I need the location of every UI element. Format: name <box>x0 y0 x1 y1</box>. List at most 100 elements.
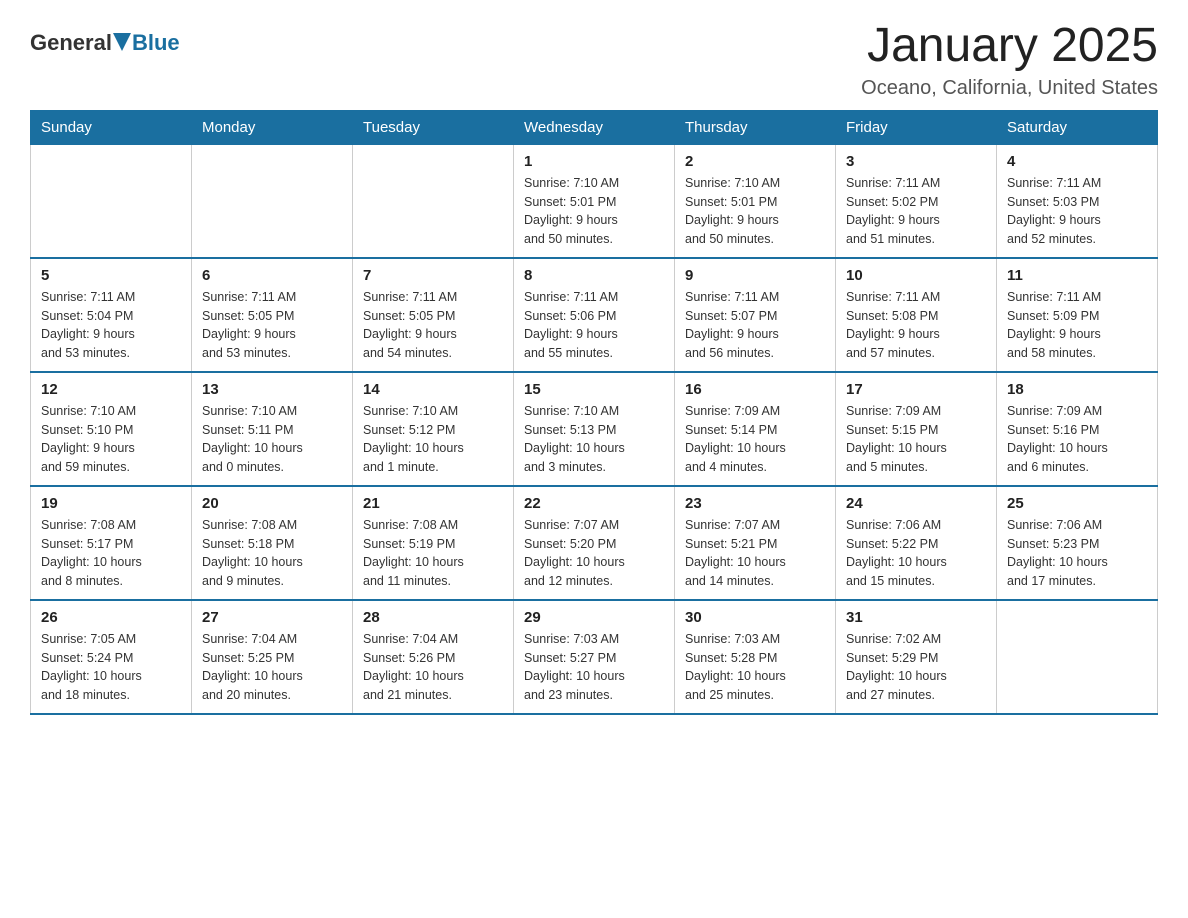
calendar-cell: 26 Sunrise: 7:05 AMSunset: 5:24 PMDayligh… <box>31 600 192 714</box>
day-info: Sunrise: 7:08 AMSunset: 5:19 PMDaylight:… <box>363 516 503 591</box>
day-info: Sunrise: 7:09 AMSunset: 5:14 PMDaylight:… <box>685 402 825 477</box>
calendar-cell <box>192 144 353 258</box>
calendar-cell: 13 Sunrise: 7:10 AMSunset: 5:11 PMDayligh… <box>192 372 353 486</box>
calendar-cell: 14 Sunrise: 7:10 AMSunset: 5:12 PMDayligh… <box>353 372 514 486</box>
day-info: Sunrise: 7:04 AMSunset: 5:25 PMDaylight:… <box>202 630 342 705</box>
calendar-cell: 4 Sunrise: 7:11 AMSunset: 5:03 PMDaylight… <box>997 144 1158 258</box>
day-number: 26 <box>41 609 181 626</box>
day-info: Sunrise: 7:08 AMSunset: 5:18 PMDaylight:… <box>202 516 342 591</box>
calendar-cell: 2Sunrise: 7:10 AMSunset: 5:01 PMDaylight… <box>675 144 836 258</box>
calendar-cell: 16 Sunrise: 7:09 AMSunset: 5:14 PMDayligh… <box>675 372 836 486</box>
calendar-cell: 28Sunrise: 7:04 AMSunset: 5:26 PMDayligh… <box>353 600 514 714</box>
day-number: 27 <box>202 609 342 626</box>
day-number: 13 <box>202 381 342 398</box>
logo-triangle-icon <box>113 33 131 53</box>
day-number: 8 <box>524 267 664 284</box>
logo-blue: Blue <box>132 30 180 56</box>
calendar-cell: 9Sunrise: 7:11 AMSunset: 5:07 PMDaylight… <box>675 258 836 372</box>
day-info: Sunrise: 7:10 AMSunset: 5:01 PMDaylight:… <box>524 174 664 249</box>
calendar-week-5: 26 Sunrise: 7:05 AMSunset: 5:24 PMDayligh… <box>31 600 1158 714</box>
calendar-cell: 22 Sunrise: 7:07 AMSunset: 5:20 PMDayligh… <box>514 486 675 600</box>
title-block: January 2025 Oceano, California, United … <box>861 20 1158 100</box>
day-info: Sunrise: 7:06 AMSunset: 5:22 PMDaylight:… <box>846 516 986 591</box>
calendar-cell: 25 Sunrise: 7:06 AMSunset: 5:23 PMDayligh… <box>997 486 1158 600</box>
day-info: Sunrise: 7:11 AMSunset: 5:08 PMDaylight:… <box>846 288 986 363</box>
calendar-cell: 7 Sunrise: 7:11 AMSunset: 5:05 PMDaylight… <box>353 258 514 372</box>
calendar-cell: 11 Sunrise: 7:11 AMSunset: 5:09 PMDayligh… <box>997 258 1158 372</box>
calendar-header-row: SundayMondayTuesdayWednesdayThursdayFrid… <box>31 110 1158 144</box>
day-number: 22 <box>524 495 664 512</box>
day-info: Sunrise: 7:10 AMSunset: 5:13 PMDaylight:… <box>524 402 664 477</box>
day-info: Sunrise: 7:10 AMSunset: 5:01 PMDaylight:… <box>685 174 825 249</box>
day-number: 3 <box>846 153 986 170</box>
calendar-cell: 29 Sunrise: 7:03 AMSunset: 5:27 PMDayligh… <box>514 600 675 714</box>
subtitle: Oceano, California, United States <box>861 77 1158 100</box>
calendar-cell: 12 Sunrise: 7:10 AMSunset: 5:10 PMDayligh… <box>31 372 192 486</box>
calendar-week-3: 12 Sunrise: 7:10 AMSunset: 5:10 PMDayligh… <box>31 372 1158 486</box>
day-number: 19 <box>41 495 181 512</box>
day-number: 5 <box>41 267 181 284</box>
day-number: 16 <box>685 381 825 398</box>
calendar-cell: 5 Sunrise: 7:11 AMSunset: 5:04 PMDaylight… <box>31 258 192 372</box>
day-info: Sunrise: 7:07 AMSunset: 5:20 PMDaylight:… <box>524 516 664 591</box>
day-number: 15 <box>524 381 664 398</box>
day-info: Sunrise: 7:11 AMSunset: 5:05 PMDaylight:… <box>363 288 503 363</box>
day-info: Sunrise: 7:03 AMSunset: 5:27 PMDaylight:… <box>524 630 664 705</box>
main-title: January 2025 <box>861 20 1158 73</box>
calendar-cell <box>997 600 1158 714</box>
calendar-cell: 21 Sunrise: 7:08 AMSunset: 5:19 PMDayligh… <box>353 486 514 600</box>
calendar-week-1: 1 Sunrise: 7:10 AMSunset: 5:01 PMDaylight… <box>31 144 1158 258</box>
calendar-week-4: 19 Sunrise: 7:08 AMSunset: 5:17 PMDayligh… <box>31 486 1158 600</box>
day-info: Sunrise: 7:10 AMSunset: 5:12 PMDaylight:… <box>363 402 503 477</box>
day-number: 17 <box>846 381 986 398</box>
day-info: Sunrise: 7:10 AMSunset: 5:10 PMDaylight:… <box>41 402 181 477</box>
calendar-header-wednesday: Wednesday <box>514 110 675 144</box>
calendar-cell: 31Sunrise: 7:02 AMSunset: 5:29 PMDayligh… <box>836 600 997 714</box>
day-info: Sunrise: 7:05 AMSunset: 5:24 PMDaylight:… <box>41 630 181 705</box>
day-number: 30 <box>685 609 825 626</box>
day-number: 21 <box>363 495 503 512</box>
calendar-cell: 18 Sunrise: 7:09 AMSunset: 5:16 PMDayligh… <box>997 372 1158 486</box>
calendar-cell: 19 Sunrise: 7:08 AMSunset: 5:17 PMDayligh… <box>31 486 192 600</box>
day-info: Sunrise: 7:10 AMSunset: 5:11 PMDaylight:… <box>202 402 342 477</box>
calendar-header-monday: Monday <box>192 110 353 144</box>
logo: General Blue <box>30 30 180 56</box>
calendar-cell: 20Sunrise: 7:08 AMSunset: 5:18 PMDayligh… <box>192 486 353 600</box>
day-info: Sunrise: 7:11 AMSunset: 5:09 PMDaylight:… <box>1007 288 1147 363</box>
day-number: 28 <box>363 609 503 626</box>
day-info: Sunrise: 7:09 AMSunset: 5:15 PMDaylight:… <box>846 402 986 477</box>
day-number: 1 <box>524 153 664 170</box>
calendar-cell: 15 Sunrise: 7:10 AMSunset: 5:13 PMDayligh… <box>514 372 675 486</box>
day-number: 18 <box>1007 381 1147 398</box>
day-number: 4 <box>1007 153 1147 170</box>
day-info: Sunrise: 7:07 AMSunset: 5:21 PMDaylight:… <box>685 516 825 591</box>
calendar-header-thursday: Thursday <box>675 110 836 144</box>
calendar-cell: 17 Sunrise: 7:09 AMSunset: 5:15 PMDayligh… <box>836 372 997 486</box>
day-number: 24 <box>846 495 986 512</box>
calendar-cell: 27 Sunrise: 7:04 AMSunset: 5:25 PMDayligh… <box>192 600 353 714</box>
calendar-cell: 1 Sunrise: 7:10 AMSunset: 5:01 PMDaylight… <box>514 144 675 258</box>
logo-general: General <box>30 30 112 56</box>
day-number: 14 <box>363 381 503 398</box>
day-number: 29 <box>524 609 664 626</box>
day-info: Sunrise: 7:08 AMSunset: 5:17 PMDaylight:… <box>41 516 181 591</box>
calendar-cell: 23 Sunrise: 7:07 AMSunset: 5:21 PMDayligh… <box>675 486 836 600</box>
calendar-header-tuesday: Tuesday <box>353 110 514 144</box>
day-number: 23 <box>685 495 825 512</box>
day-info: Sunrise: 7:11 AMSunset: 5:02 PMDaylight:… <box>846 174 986 249</box>
day-info: Sunrise: 7:09 AMSunset: 5:16 PMDaylight:… <box>1007 402 1147 477</box>
day-number: 11 <box>1007 267 1147 284</box>
day-number: 9 <box>685 267 825 284</box>
day-number: 6 <box>202 267 342 284</box>
day-number: 12 <box>41 381 181 398</box>
calendar-table: SundayMondayTuesdayWednesdayThursdayFrid… <box>30 110 1158 715</box>
day-info: Sunrise: 7:06 AMSunset: 5:23 PMDaylight:… <box>1007 516 1147 591</box>
day-info: Sunrise: 7:11 AMSunset: 5:03 PMDaylight:… <box>1007 174 1147 249</box>
day-info: Sunrise: 7:11 AMSunset: 5:04 PMDaylight:… <box>41 288 181 363</box>
day-number: 25 <box>1007 495 1147 512</box>
day-number: 7 <box>363 267 503 284</box>
calendar-cell <box>31 144 192 258</box>
day-info: Sunrise: 7:11 AMSunset: 5:06 PMDaylight:… <box>524 288 664 363</box>
day-number: 31 <box>846 609 986 626</box>
day-number: 10 <box>846 267 986 284</box>
